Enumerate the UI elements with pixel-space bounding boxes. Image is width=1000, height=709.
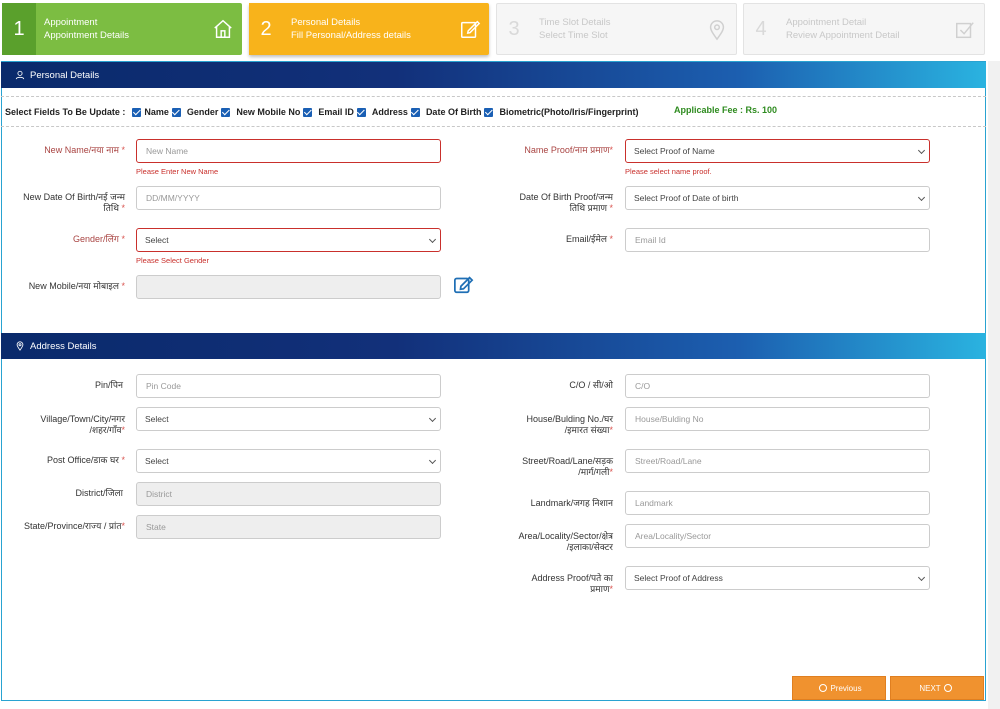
step-appointment-detail[interactable]: 4 Appointment Detail Review Appointment … bbox=[743, 3, 985, 55]
step-number: 4 bbox=[755, 17, 767, 40]
mobile-input[interactable] bbox=[136, 275, 441, 299]
pin-label: Pin/पिन bbox=[95, 380, 123, 390]
checkbox-checked-icon[interactable] bbox=[221, 107, 231, 117]
street-input[interactable]: Street/Road/Lane bbox=[625, 449, 930, 473]
gender-select[interactable]: Select bbox=[136, 228, 441, 252]
district-input[interactable]: District bbox=[136, 482, 441, 506]
district-label: District/जिला bbox=[75, 488, 123, 498]
divider bbox=[1, 126, 986, 127]
chevron-down-icon bbox=[917, 573, 926, 582]
progress-stepper: 1 Appointment Appointment Details 2 Pers… bbox=[0, 0, 1000, 60]
scrollbar[interactable] bbox=[988, 61, 1000, 709]
checkbox-checked-icon[interactable] bbox=[132, 107, 142, 117]
step-title: Time Slot Details bbox=[539, 17, 611, 28]
chevron-down-icon bbox=[917, 146, 926, 155]
update-field-biometric[interactable]: Biometric(Photo/Iris/Fingerprint) bbox=[499, 107, 638, 117]
checkbox-checked-icon[interactable] bbox=[484, 107, 494, 117]
checkbox-icon bbox=[956, 22, 974, 39]
select-fields-label: Select Fields To Be Update : bbox=[5, 107, 126, 117]
email-input[interactable]: Email Id bbox=[625, 228, 930, 252]
step-subtitle: Appointment Details bbox=[44, 30, 130, 41]
user-icon bbox=[15, 70, 25, 80]
update-field-email[interactable]: Email ID bbox=[318, 107, 369, 117]
home-icon bbox=[214, 19, 232, 38]
chevron-down-icon bbox=[917, 193, 926, 202]
step-title: Personal Details bbox=[291, 17, 361, 28]
step-number: 1 bbox=[2, 3, 36, 55]
step-number: 3 bbox=[508, 17, 520, 40]
address-proof-select[interactable]: Select Proof of Address bbox=[625, 566, 930, 590]
name-proof-label: Name Proof/नाम प्रमाण* bbox=[524, 145, 613, 155]
name-proof-select[interactable]: Select Proof of Name bbox=[625, 139, 930, 163]
chevron-left-circle-icon bbox=[819, 684, 828, 692]
chevron-down-icon bbox=[428, 414, 437, 423]
dob-input[interactable]: DD/MM/YYYY bbox=[136, 186, 441, 210]
step-subtitle: Fill Personal/Address details bbox=[291, 30, 411, 41]
co-input[interactable]: C/O bbox=[625, 374, 930, 398]
email-label: Email/ईमेल * bbox=[566, 234, 613, 244]
update-field-address[interactable]: Address bbox=[372, 107, 423, 117]
post-office-select[interactable]: Select bbox=[136, 449, 441, 473]
update-field-mobile[interactable]: New Mobile No bbox=[236, 107, 315, 117]
checkbox-checked-icon[interactable] bbox=[303, 107, 313, 117]
location-pin-icon bbox=[16, 341, 24, 351]
dob-label: New Date Of Birth/नई जन्म तिथि * bbox=[23, 192, 125, 213]
update-fields-row: Select Fields To Be Update : Name Gender… bbox=[5, 105, 985, 119]
section-title: Address Details bbox=[30, 340, 97, 352]
new-name-label: New Name/नया नाम * bbox=[44, 145, 125, 155]
chevron-down-icon bbox=[428, 235, 437, 244]
mobile-label: New Mobile/नया मोबाइल * bbox=[28, 281, 125, 291]
update-field-gender[interactable]: Gender bbox=[187, 107, 234, 117]
name-proof-error: Please select name proof. bbox=[625, 167, 712, 176]
state-input[interactable]: State bbox=[136, 515, 441, 539]
post-office-label: Post Office/डाक घर * bbox=[47, 455, 125, 465]
house-input[interactable]: House/Bulding No bbox=[625, 407, 930, 431]
update-field-dob[interactable]: Date Of Birth bbox=[426, 107, 497, 117]
step-appointment[interactable]: 1 Appointment Appointment Details bbox=[2, 3, 242, 55]
location-pin-icon bbox=[709, 20, 725, 41]
chevron-right-circle-icon bbox=[943, 684, 952, 692]
applicable-fee: Applicable Fee : Rs. 100 bbox=[674, 105, 778, 115]
village-label: Village/Town/City/नगर/शहर/गाँव* bbox=[40, 414, 125, 435]
street-label: Street/Road/Lane/सड़क/मार्ग/गली* bbox=[522, 456, 613, 477]
house-label: House/Bulding No./घर/इमारत संख्या* bbox=[526, 414, 613, 435]
new-name-error: Please Enter New Name bbox=[136, 167, 219, 176]
update-field-name[interactable]: Name bbox=[132, 107, 184, 117]
checkbox-checked-icon[interactable] bbox=[171, 107, 181, 117]
checkbox-checked-icon[interactable] bbox=[356, 107, 366, 117]
step-subtitle: Review Appointment Detail bbox=[786, 30, 900, 41]
step-number: 2 bbox=[249, 3, 283, 55]
divider bbox=[1, 96, 986, 97]
edit-icon bbox=[461, 20, 481, 38]
step-personal-details[interactable]: 2 Personal Details Fill Personal/Address… bbox=[249, 3, 489, 55]
co-label: C/O / सी/ओ bbox=[569, 380, 613, 390]
area-label: Area/Locality/Sector/क्षेत्र/इलाका/सेक्ट… bbox=[518, 531, 613, 552]
step-subtitle: Select Time Slot bbox=[539, 30, 608, 41]
address-details-header: Address Details bbox=[1, 333, 986, 359]
address-proof-label: Address Proof/पते का प्रमाण* bbox=[531, 573, 613, 594]
step-title: Appointment Detail bbox=[786, 17, 867, 28]
step-time-slot[interactable]: 3 Time Slot Details Select Time Slot bbox=[496, 3, 737, 55]
section-title: Personal Details bbox=[30, 69, 100, 81]
personal-details-header: Personal Details bbox=[1, 62, 986, 88]
chevron-down-icon bbox=[428, 456, 437, 465]
state-label: State/Province/राज्य / प्रांत* bbox=[23, 521, 125, 531]
pin-input[interactable]: Pin Code bbox=[136, 374, 441, 398]
previous-button[interactable]: Previous bbox=[792, 676, 886, 700]
dob-proof-label: Date Of Birth Proof/जन्म तिथि प्रमाण * bbox=[519, 192, 613, 213]
checkbox-checked-icon[interactable] bbox=[410, 107, 420, 117]
village-select[interactable]: Select bbox=[136, 407, 441, 431]
gender-error: Please Select Gender bbox=[136, 256, 209, 265]
new-name-input[interactable]: New Name bbox=[136, 139, 441, 163]
step-title: Appointment bbox=[44, 17, 98, 28]
next-button[interactable]: NEXT bbox=[890, 676, 984, 700]
landmark-input[interactable]: Landmark bbox=[625, 491, 930, 515]
dob-proof-select[interactable]: Select Proof of Date of birth bbox=[625, 186, 930, 210]
area-input[interactable]: Area/Locality/Sector bbox=[625, 524, 930, 548]
gender-label: Gender/लिंग * bbox=[72, 234, 125, 244]
landmark-label: Landmark/जगह निशान bbox=[530, 498, 613, 508]
edit-mobile-icon[interactable] bbox=[453, 275, 474, 294]
